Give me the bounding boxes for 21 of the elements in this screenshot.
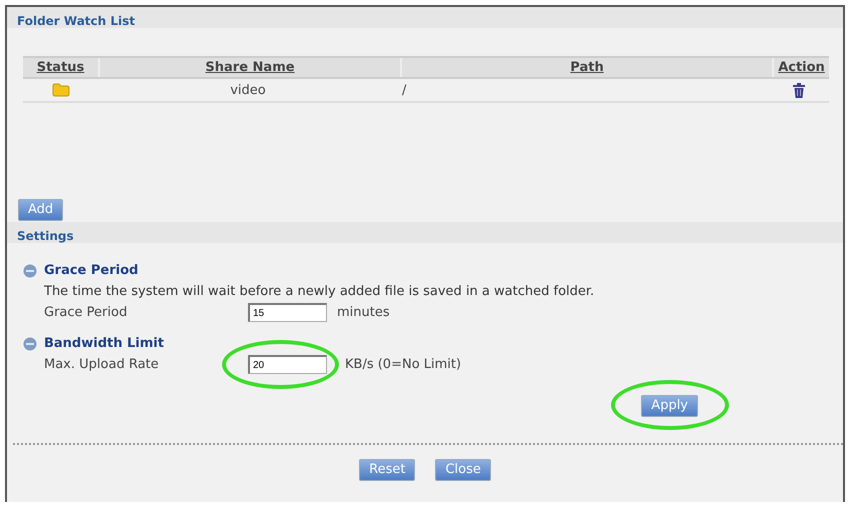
collapse-icon[interactable] (23, 264, 37, 278)
collapse-icon[interactable] (23, 336, 37, 350)
table-cell: video (230, 82, 266, 98)
section-title: Folder Watch List (17, 14, 136, 28)
column-header[interactable]: Status (23, 58, 100, 77)
subsection-title: Grace Period (44, 263, 138, 278)
section-title: Settings (17, 229, 74, 243)
column-header[interactable]: Action (774, 58, 829, 77)
unit-label: minutes (337, 305, 390, 320)
subsection-title: Bandwidth Limit (44, 336, 164, 351)
input-field[interactable]: 15 (248, 303, 327, 322)
description-text: The time the system will wait before a newly added file is saved in a watched folder. (43, 284, 596, 299)
trash-icon[interactable] (792, 82, 804, 98)
unit-label: KB/s (0=No Limit) (345, 357, 462, 372)
column-header[interactable]: Share Name (100, 58, 402, 77)
input-field[interactable]: 20 (248, 355, 327, 374)
column-header[interactable]: Path (402, 58, 774, 77)
field-label: Max. Upload Rate (44, 357, 160, 372)
table-cell: / (402, 82, 406, 98)
folder-icon (52, 83, 70, 97)
field-label: Grace Period (44, 305, 128, 320)
